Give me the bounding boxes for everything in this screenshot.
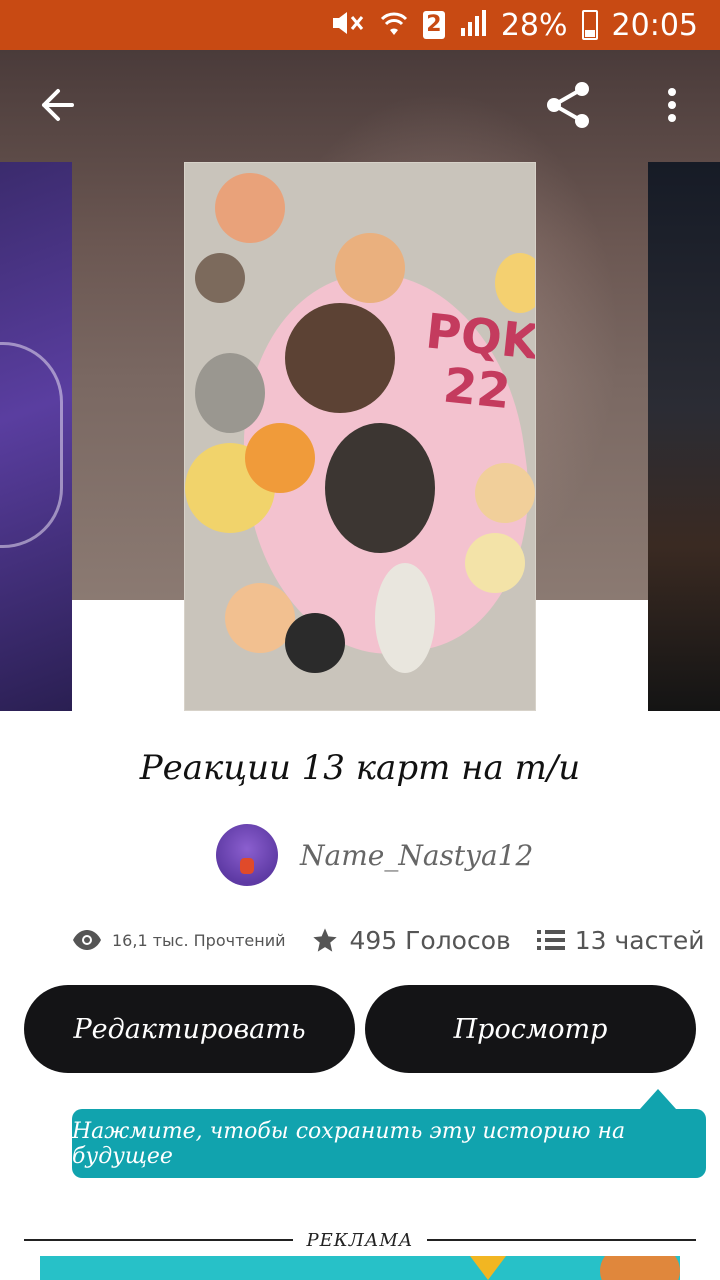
share-icon (547, 82, 589, 128)
story-title: Реакции 13 карт на т/и (139, 748, 581, 788)
arrow-left-icon (42, 89, 74, 121)
ad-label: РЕКЛАМА (306, 1229, 414, 1251)
share-button[interactable] (535, 50, 601, 160)
ad-divider: РЕКЛАМА (24, 1228, 696, 1252)
avatar[interactable] (216, 824, 278, 886)
battery-icon (581, 10, 598, 40)
stat-parts: 13 частей (536, 925, 705, 955)
status-time: 20:05 (611, 7, 698, 43)
divider-line-left (24, 1239, 293, 1241)
mute-vibrate-icon (329, 8, 365, 43)
cover-art-text: PQK 22 (423, 303, 536, 421)
tooltip-text: Нажмите, чтобы сохранить эту историю на … (72, 1118, 626, 1169)
parts-count: 13 частей (574, 925, 705, 955)
more-vertical-icon (668, 88, 676, 122)
reads-count: 16,1 тыс. Прочтений (112, 930, 286, 950)
next-story-cover[interactable] (648, 162, 720, 711)
story-cover[interactable]: PQK 22 (184, 162, 536, 711)
eye-icon (73, 930, 101, 950)
edit-button[interactable]: Редактировать (24, 985, 355, 1073)
ad-banner[interactable] (40, 1256, 680, 1280)
stat-reads: 16,1 тыс. Прочтений (72, 929, 285, 951)
cellular-signal-icon (459, 8, 487, 43)
view-button[interactable]: Просмотр (365, 985, 696, 1073)
star-icon (313, 928, 338, 952)
divider-line-right (427, 1239, 696, 1241)
votes-count: 495 Голосов (349, 925, 511, 955)
sim-badge: 2 (422, 11, 445, 39)
stat-votes: 495 Голосов (311, 925, 511, 955)
save-hint-tooltip[interactable]: Нажмите, чтобы сохранить эту историю на … (72, 1089, 706, 1178)
story-actions: Редактировать Просмотр (24, 985, 696, 1073)
battery-percent: 28% (500, 7, 568, 43)
author-name[interactable]: Name_Nastya12 (300, 839, 533, 872)
prev-story-cover[interactable] (0, 162, 72, 711)
status-bar: 2 28% 20:05 (0, 0, 720, 50)
author-row[interactable]: Name_Nastya12 (216, 824, 533, 886)
back-button[interactable] (20, 50, 92, 160)
more-options-button[interactable] (640, 50, 704, 160)
list-icon (536, 930, 565, 950)
wifi-icon (379, 8, 409, 43)
story-stats: 16,1 тыс. Прочтений 495 Голосов 13 часте… (72, 918, 705, 962)
